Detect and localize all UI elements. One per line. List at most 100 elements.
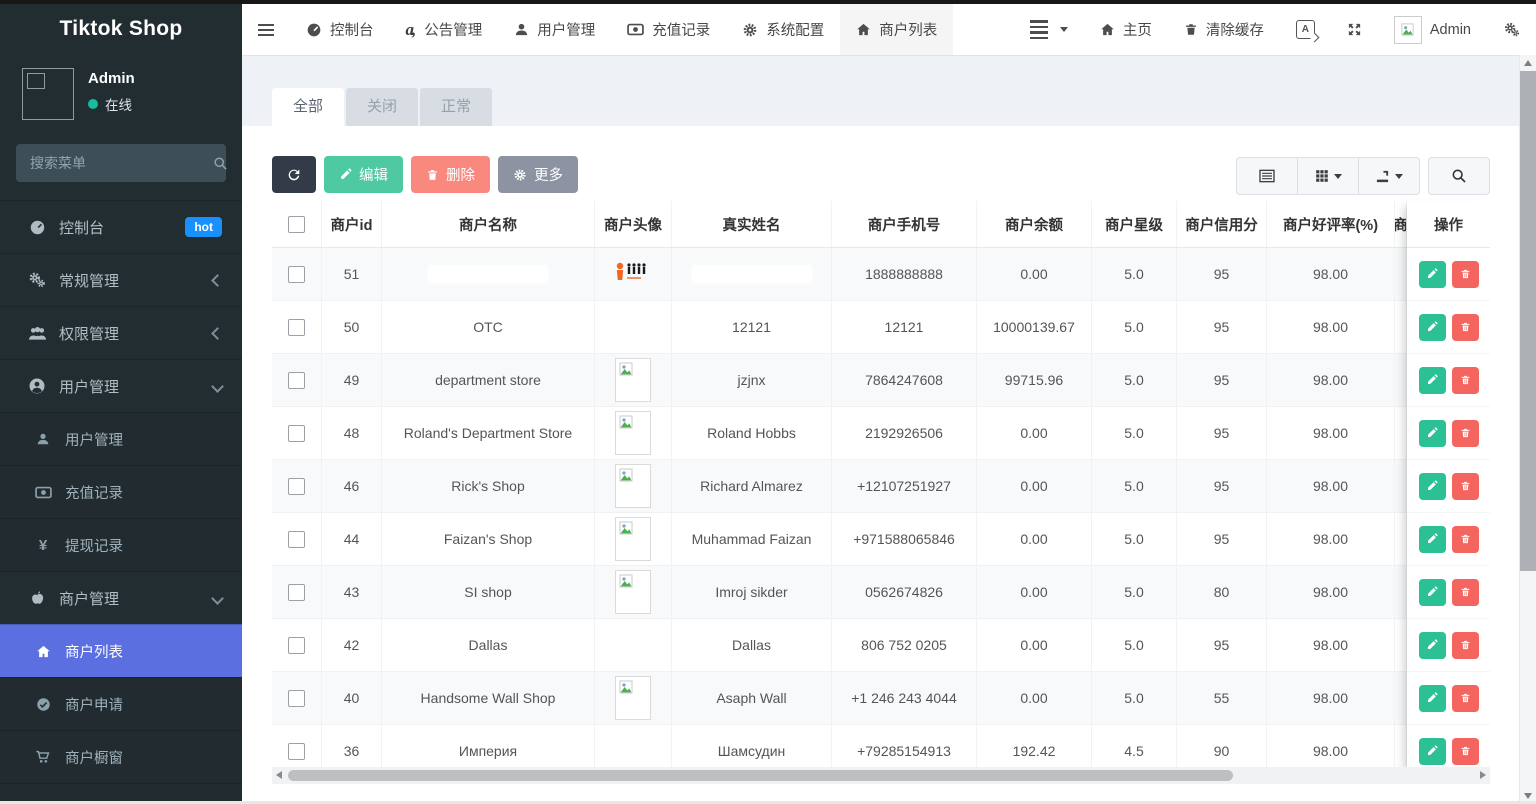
filter-tab-normal[interactable]: 正常 (420, 88, 492, 126)
sidebar-item-merchant-express[interactable]: 商户直通车 (0, 783, 242, 804)
row-delete-button[interactable] (1452, 685, 1479, 712)
admin-profile-button[interactable]: Admin (1378, 4, 1487, 55)
detail-view-button[interactable] (1236, 157, 1298, 195)
cell-star: 5.0 (1092, 619, 1177, 671)
action-row (1407, 566, 1490, 619)
row-checkbox[interactable] (288, 637, 305, 654)
topnav-tab-merchant-list[interactable]: 商户列表 (840, 4, 953, 55)
topnav-tab-announcements[interactable]: a 公告管理 (390, 4, 499, 55)
sidebar-item-dashboard[interactable]: 控制台 hot (0, 200, 242, 253)
filter-tab-closed[interactable]: 关闭 (346, 88, 418, 126)
delete-button[interactable]: 删除 (411, 156, 490, 193)
row-checkbox[interactable] (288, 425, 305, 442)
scroll-down-arrow-icon[interactable] (1524, 793, 1532, 799)
sidebar-item-merchant-mgmt[interactable]: 商户管理 (0, 571, 242, 624)
row-delete-button[interactable] (1452, 632, 1479, 659)
money-icon (627, 22, 644, 37)
edit-button[interactable]: 编辑 (324, 156, 403, 193)
sidebar-item-merchant-apply[interactable]: 商户申请 (0, 677, 242, 730)
row-delete-button[interactable] (1452, 261, 1479, 288)
cell-clipped (1395, 460, 1407, 512)
row-delete-button[interactable] (1452, 738, 1479, 765)
sidebar-item-user-list[interactable]: 用户管理 (0, 412, 242, 465)
sidebar-item-merchant-showcase[interactable]: 商户橱窗 (0, 730, 242, 783)
horizontal-scrollbar-thumb[interactable] (288, 770, 1233, 781)
cell-real-name: jzjnx (672, 354, 832, 406)
scroll-up-arrow-icon[interactable] (1524, 60, 1532, 66)
home-button[interactable]: 主页 (1084, 4, 1168, 55)
row-edit-button[interactable] (1419, 314, 1446, 341)
nav-menu-dropdown-button[interactable] (1014, 4, 1084, 55)
language-switch-button[interactable]: A (1280, 4, 1331, 55)
row-delete-button[interactable] (1452, 367, 1479, 394)
sidebar-item-general[interactable]: 常规管理 (0, 253, 242, 306)
more-button[interactable]: 更多 (498, 156, 578, 193)
vertical-scrollbar[interactable] (1519, 55, 1536, 804)
topnav-tab-dashboard[interactable]: 控制台 (290, 4, 390, 55)
cell-balance: 0.00 (977, 407, 1092, 459)
cell-merchant-id: 43 (322, 566, 382, 618)
sidebar-toggle-button[interactable] (242, 4, 290, 55)
row-edit-button[interactable] (1419, 738, 1446, 765)
row-edit-button[interactable] (1419, 685, 1446, 712)
topnav-tab-recharge[interactable]: 充值记录 (611, 4, 726, 55)
row-delete-button[interactable] (1452, 473, 1479, 500)
vertical-scrollbar-thumb[interactable] (1520, 71, 1536, 571)
refresh-icon (286, 167, 302, 183)
select-all-checkbox[interactable] (288, 216, 305, 233)
search-button[interactable] (1428, 157, 1490, 195)
filter-tab-all[interactable]: 全部 (272, 88, 344, 126)
table-card: 编辑 删除 更多 (242, 126, 1520, 804)
row-delete-button[interactable] (1452, 314, 1479, 341)
row-checkbox[interactable] (288, 372, 305, 389)
topnav-tab-system-config[interactable]: 系统配置 (726, 4, 840, 55)
row-edit-button[interactable] (1419, 579, 1446, 606)
translate-icon: A (1296, 20, 1315, 39)
row-edit-button[interactable] (1419, 473, 1446, 500)
columns-button[interactable] (1298, 157, 1359, 195)
row-edit-button[interactable] (1419, 367, 1446, 394)
gears-icon (1503, 21, 1520, 38)
row-checkbox[interactable] (288, 319, 305, 336)
row-delete-button[interactable] (1452, 579, 1479, 606)
settings-button[interactable] (1487, 4, 1536, 55)
admin-label: Admin (1430, 22, 1471, 38)
scroll-right-arrow-icon[interactable] (1480, 771, 1486, 779)
row-delete-button[interactable] (1452, 420, 1479, 447)
cell-clipped (1395, 354, 1407, 406)
online-dot-icon (88, 99, 98, 109)
cell-phone: 0562674826 (832, 566, 977, 618)
row-edit-button[interactable] (1419, 420, 1446, 447)
sidebar-item-permissions[interactable]: 权限管理 (0, 306, 242, 359)
row-checkbox[interactable] (288, 266, 305, 283)
cell-star: 5.0 (1092, 460, 1177, 512)
row-checkbox[interactable] (288, 743, 305, 760)
chevron-left-icon (211, 327, 224, 340)
sidebar-item-user-mgmt[interactable]: 用户管理 (0, 359, 242, 412)
sidebar-item-label: 控制台 (59, 217, 104, 238)
row-checkbox[interactable] (288, 478, 305, 495)
menu-search-input[interactable] (28, 154, 213, 172)
row-edit-button[interactable] (1419, 261, 1446, 288)
cell-credit: 95 (1177, 301, 1267, 353)
export-button[interactable] (1359, 157, 1420, 195)
clear-cache-button[interactable]: 清除缓存 (1168, 4, 1280, 55)
action-row (1407, 354, 1490, 407)
cell-merchant-id: 46 (322, 460, 382, 512)
cell-real-name: 12121 (672, 301, 832, 353)
refresh-button[interactable] (272, 156, 316, 193)
scroll-left-arrow-icon[interactable] (276, 771, 282, 779)
sidebar-item-withdraw-records[interactable]: ¥ 提现记录 (0, 518, 242, 571)
row-edit-button[interactable] (1419, 526, 1446, 553)
fullscreen-button[interactable] (1331, 4, 1378, 55)
topnav-tab-users[interactable]: 用户管理 (498, 4, 611, 55)
row-checkbox[interactable] (288, 531, 305, 548)
sidebar-item-recharge-records[interactable]: 充值记录 (0, 465, 242, 518)
row-edit-button[interactable] (1419, 632, 1446, 659)
row-checkbox[interactable] (288, 584, 305, 601)
cell-merchant-name: department store (382, 354, 595, 406)
row-checkbox[interactable] (288, 690, 305, 707)
horizontal-scrollbar[interactable] (272, 767, 1490, 784)
sidebar-item-merchant-list[interactable]: 商户列表 (0, 624, 242, 677)
row-delete-button[interactable] (1452, 526, 1479, 553)
